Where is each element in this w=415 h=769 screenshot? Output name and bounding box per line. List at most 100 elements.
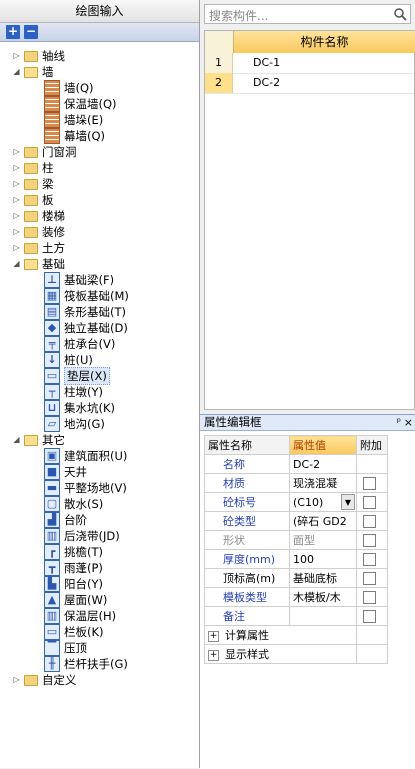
property-group-row[interactable]: + 显示样式 [204,644,388,664]
tree-item[interactable]: ▦ 筏板基础(M) [44,288,129,304]
tree-item[interactable]: ┬ 柱墩(Y) [44,384,103,400]
additional-checkbox[interactable] [363,552,376,566]
expand-all-button[interactable]: + [6,25,20,39]
expand-arrow-icon[interactable]: ▷ [12,51,21,61]
tree-folder[interactable]: ▷ 楼梯 [12,208,65,224]
tree-item[interactable]: ▥ 保温层(H) [44,608,116,624]
tree-item[interactable]: ⊔ 集水坑(K) [44,400,115,416]
tree-item[interactable]: ■ 天井 [44,464,87,480]
property-row[interactable]: 备注 [204,606,388,626]
collapse-all-button[interactable]: − [24,25,38,39]
tree-folder[interactable]: ▷ 板 [12,192,53,208]
additional-checkbox[interactable] [363,609,376,623]
tree-item[interactable]: ╫ 栏杆扶手(G) [44,656,128,672]
close-icon[interactable]: × [404,415,413,430]
tree-folder[interactable]: ▷ 柱 [12,160,53,176]
property-group[interactable]: + 计算属性 [204,625,357,645]
tree-folder[interactable]: ▷ 自定义 [12,672,77,688]
tree-item[interactable]: ▱ 地沟(G) [44,416,105,432]
property-value[interactable]: (C10) ▼ [289,492,357,512]
property-row[interactable]: 模板类型 木模板/木 [204,587,388,607]
dropdown-arrow-icon[interactable]: ▼ [341,494,355,510]
additional-checkbox[interactable] [363,571,376,585]
property-row[interactable]: 顶标高(m) 基础底标 [204,568,388,588]
expand-plus-icon[interactable]: + [208,630,219,642]
property-value[interactable]: 100 [289,549,357,569]
expand-arrow-icon[interactable]: ▷ [12,195,21,205]
property-value[interactable] [289,606,357,626]
expand-plus-icon[interactable]: + [208,649,219,661]
property-row[interactable]: 厚度(mm) 100 [204,549,388,569]
pin-icon[interactable]: ᵖ [397,415,401,430]
tree-folder[interactable]: ◢ 其它 [12,432,65,448]
tree-folder[interactable]: ▷ 门窗洞 [12,144,76,160]
expand-arrow-icon[interactable]: ▷ [12,179,21,189]
tree-label: 幕墙(Q) [64,129,106,143]
tree-item[interactable]: 墙垛(E) [44,112,103,128]
additional-cell [356,587,388,607]
tree-item[interactable]: ▲ 屋面(W) [44,592,107,608]
tree-label: 柱墩(Y) [64,385,103,399]
property-row[interactable]: 材质 现浇混凝 [204,473,388,493]
additional-checkbox[interactable] [363,590,376,604]
additional-checkbox[interactable] [363,533,376,547]
property-group-row[interactable]: + 计算属性 [204,625,388,645]
expand-arrow-icon[interactable]: ▷ [12,147,21,157]
curtain-wall-icon [44,128,60,144]
property-row[interactable]: 名称 DC-2 [204,454,388,474]
property-row[interactable]: 砼标号 (C10) ▼ [204,492,388,512]
tree-item[interactable]: ▣ 建筑面积(U) [44,448,127,464]
property-value[interactable]: DC-2 [289,454,357,474]
property-value[interactable]: 木模板/木 [289,587,357,607]
list-row[interactable]: 1 DC-1 [205,53,414,74]
additional-cell [356,473,388,493]
list-row[interactable]: 2 DC-2 [205,73,414,94]
tree-item[interactable]: ▢ 散水(S) [44,496,103,512]
expand-arrow-icon[interactable]: ▷ [12,675,21,685]
tree-item[interactable]: ▤ 条形基础(T) [44,304,126,320]
tree-item[interactable]: ┳ 雨蓬(P) [44,560,103,576]
tree-label: 自定义 [42,673,77,687]
property-group[interactable]: + 显示样式 [204,644,357,664]
tree-folder[interactable]: ▷ 轴线 [12,48,65,64]
tree-folder[interactable]: ▷ 装修 [12,224,65,240]
expand-arrow-icon[interactable]: ▷ [12,227,21,237]
property-row[interactable]: 形状 面型 [204,530,388,550]
tree-item[interactable]: ▬ 平整场地(V) [44,480,127,496]
expand-arrow-icon[interactable]: ▷ [12,211,21,221]
tree-item[interactable]: 保温墙(Q) [44,96,117,112]
tree-item[interactable]: ▭ 栏板(K) [44,624,104,640]
expand-arrow-icon[interactable]: ▷ [12,243,21,253]
tree-item[interactable]: ┏ 挑檐(T) [44,544,103,560]
expand-arrow-icon[interactable]: ▷ [12,163,21,173]
additional-checkbox[interactable] [363,476,376,490]
tree-folder[interactable]: ◢ 基础 [12,256,65,272]
additional-checkbox[interactable] [363,495,376,509]
tree-item[interactable]: ▙ 阳台(Y) [44,576,103,592]
tree-item[interactable]: ▭ 垫层(X) [44,367,110,385]
collapse-arrow-icon[interactable]: ◢ [12,67,21,77]
tree-item[interactable]: 墙(Q) [44,80,94,96]
tree-folder[interactable]: ▷ 梁 [12,176,53,192]
search-icon[interactable] [393,7,407,21]
tree-item[interactable]: ◆ 独立基础(D) [44,320,128,336]
collapse-arrow-icon[interactable]: ◢ [12,259,21,269]
property-value[interactable]: 现浇混凝 [289,473,357,493]
tree-folder[interactable]: ▷ 土方 [12,240,65,256]
pile-icon: ↓ [44,352,60,368]
tree-item[interactable]: ↓ 桩(U) [44,352,93,368]
property-value[interactable]: 面型 [289,530,357,550]
property-value[interactable]: (碎石 GD2 [289,511,357,531]
tree-folder[interactable]: ◢ 墙 [12,64,53,80]
tree-item[interactable]: 幕墙(Q) [44,128,105,144]
tree-item[interactable]: ╤ 桩承台(V) [44,336,115,352]
tree-item[interactable]: ⊥ 基础梁(F) [44,272,114,288]
property-value[interactable]: 基础底标 [289,568,357,588]
tree-item[interactable]: ▔ 压顶 [44,640,87,656]
property-row[interactable]: 砼类型 (碎石 GD2 [204,511,388,531]
collapse-arrow-icon[interactable]: ◢ [12,435,21,445]
search-input[interactable]: 搜索构件... [204,4,411,24]
additional-checkbox[interactable] [363,514,376,528]
tree-item[interactable]: ▥ 后浇带(JD) [44,528,120,544]
tree-item[interactable]: ▟ 台阶 [44,512,87,528]
